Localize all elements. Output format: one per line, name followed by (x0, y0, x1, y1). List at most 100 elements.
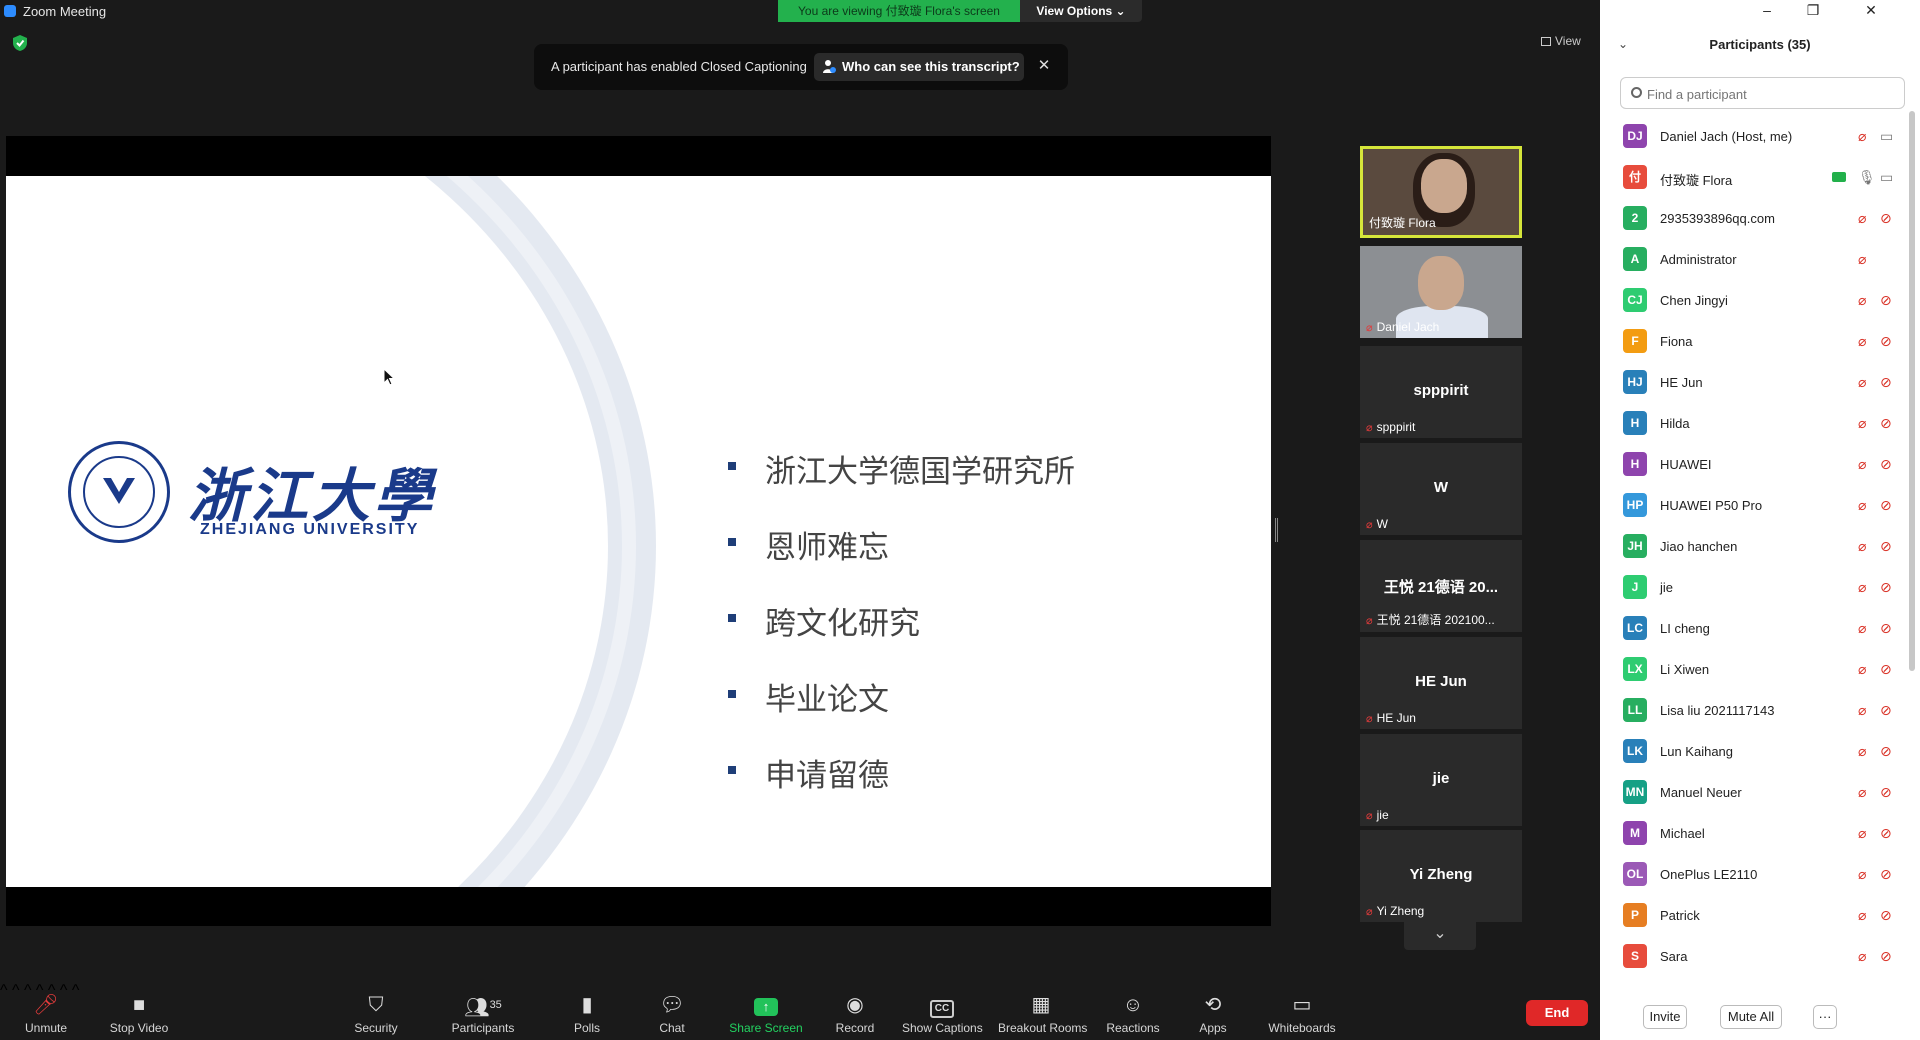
muted-microphone-icon[interactable]: ⌀ (1858, 661, 1872, 677)
participant-row[interactable]: LL Lisa liu 2021117143 ⌀ ⊘ (1600, 690, 1905, 731)
video-tile-spppirit[interactable]: spppirit ⌀ spppirit (1360, 346, 1522, 438)
participant-row[interactable]: M Michael ⌀ ⊘ (1600, 813, 1905, 854)
muted-microphone-icon[interactable]: ⌀ (1858, 907, 1872, 923)
video-tile-daniel[interactable]: ⌀ Daniel Jach (1360, 246, 1522, 338)
audio-options-caret-icon[interactable]: ^ (0, 982, 8, 999)
participant-search-box[interactable] (1620, 77, 1905, 109)
chat-button[interactable]: 💬︎ Chat (656, 982, 688, 1040)
video-tile-jie[interactable]: jie ⌀ jie (1360, 734, 1522, 826)
participant-row[interactable]: H Hilda ⌀ ⊘ (1600, 403, 1905, 444)
whiteboards-button[interactable]: ▭ Whiteboards (1266, 982, 1338, 1040)
video-off-icon[interactable]: ⊘ (1880, 908, 1898, 922)
unmute-button[interactable]: 🎤︎ Unmute (20, 982, 72, 1040)
muted-microphone-icon[interactable]: ⌀ (1858, 374, 1872, 390)
close-notice-icon[interactable]: ✕ (1036, 58, 1052, 74)
video-tile-he-jun[interactable]: HE Jun ⌀ HE Jun (1360, 637, 1522, 729)
video-off-icon[interactable]: ⊘ (1880, 744, 1898, 758)
participant-row[interactable]: JH Jiao hanchen ⌀ ⊘ (1600, 526, 1905, 567)
maximize-icon[interactable]: ❐ (1790, 0, 1836, 23)
stop-video-button[interactable]: ■ Stop Video (104, 982, 174, 1040)
video-off-icon[interactable]: ⊘ (1880, 785, 1898, 799)
invite-button[interactable]: Invite (1643, 1005, 1687, 1029)
reactions-button[interactable]: ☺ Reactions (1106, 982, 1160, 1040)
participant-row[interactable]: Jjie ⌀ ⊘ (1600, 567, 1905, 608)
video-off-icon[interactable]: ⊘ (1880, 949, 1898, 963)
more-options-button[interactable]: ··· (1813, 1005, 1837, 1029)
participant-row[interactable]: 2 2935393896qq.com ⌀ ⊘ (1600, 198, 1905, 239)
participant-row[interactable]: A Administrator ⌀ (1600, 239, 1905, 280)
share-screen-button[interactable]: ↑ Share Screen (726, 982, 806, 1040)
video-off-icon[interactable]: ⊘ (1880, 416, 1898, 430)
muted-microphone-icon[interactable]: ⌀ (1858, 538, 1872, 554)
encryption-shield-icon[interactable] (12, 34, 28, 52)
record-button[interactable]: ◉ Record (832, 982, 878, 1040)
security-button[interactable]: ⛉ Security (352, 982, 400, 1040)
participant-row[interactable]: HP HUAWEI P50 Pro ⌀ ⊘ (1600, 485, 1905, 526)
minimize-icon[interactable]: – (1744, 0, 1790, 23)
muted-microphone-icon[interactable]: ⌀ (1858, 784, 1872, 800)
muted-microphone-icon[interactable]: ⌀ (1858, 210, 1872, 226)
video-off-icon[interactable]: ⊘ (1880, 457, 1898, 471)
gallery-scroll-down-icon[interactable]: ⌄ (1404, 918, 1476, 950)
muted-microphone-icon[interactable]: ⌀ (1858, 292, 1872, 308)
video-off-icon[interactable]: ⊘ (1880, 580, 1898, 594)
close-window-icon[interactable]: ✕ (1848, 0, 1894, 23)
muted-microphone-icon[interactable]: ⌀ (1858, 620, 1872, 636)
polls-button[interactable]: ▮ Polls (570, 982, 604, 1040)
video-off-icon[interactable]: ⊘ (1880, 211, 1898, 225)
video-tile-flora[interactable]: 付致璇 Flora (1360, 146, 1522, 238)
participant-search-input[interactable] (1647, 84, 1897, 104)
participant-row[interactable]: HJ HE Jun ⌀ ⊘ (1600, 362, 1905, 403)
video-off-icon[interactable]: ⊘ (1880, 498, 1898, 512)
video-options-caret-icon[interactable]: ^ (12, 982, 20, 999)
participant-row[interactable]: LC LI cheng ⌀ ⊘ (1600, 608, 1905, 649)
video-off-icon[interactable]: ⊘ (1880, 662, 1898, 676)
breakout-rooms-button[interactable]: ▦ Breakout Rooms (998, 982, 1087, 1040)
participant-row[interactable]: H HUAWEI ⌀ ⊘ (1600, 444, 1905, 485)
participant-row[interactable]: CJ Chen Jingyi ⌀ ⊘ (1600, 280, 1905, 321)
muted-microphone-icon[interactable]: ⌀ (1858, 456, 1872, 472)
panel-splitter-handle[interactable] (1275, 518, 1278, 542)
participant-row[interactable]: P Patrick ⌀ ⊘ (1600, 895, 1905, 936)
show-captions-button[interactable]: CC Show Captions (902, 982, 983, 1040)
muted-microphone-icon[interactable]: ⌀ (1858, 579, 1872, 595)
video-tile-wang-yue[interactable]: 王悦 21德语 20... ⌀ 王悦 21德语 202100... (1360, 540, 1522, 632)
muted-microphone-icon[interactable]: ⌀ (1858, 866, 1872, 882)
microphone-icon[interactable]: 🎙︎ (1858, 169, 1876, 185)
video-off-icon[interactable]: ⊘ (1880, 826, 1898, 840)
video-camera-icon[interactable]: ▭ (1880, 170, 1898, 184)
muted-microphone-icon[interactable]: ⌀ (1858, 497, 1872, 513)
participant-row[interactable]: OL OnePlus LE2110 ⌀ ⊘ (1600, 854, 1905, 895)
video-off-icon[interactable]: ⊘ (1880, 293, 1898, 307)
video-camera-icon[interactable]: ▭ (1880, 129, 1898, 143)
mute-all-button[interactable]: Mute All (1720, 1005, 1782, 1029)
video-off-icon[interactable]: ⊘ (1880, 539, 1898, 553)
view-options-button[interactable]: View Options ⌄ (1020, 0, 1142, 22)
participant-row[interactable]: LX Li Xiwen ⌀ ⊘ (1600, 649, 1905, 690)
video-off-icon[interactable]: ⊘ (1880, 867, 1898, 881)
participant-row[interactable]: LK Lun Kaihang ⌀ ⊘ (1600, 731, 1905, 772)
reactions-options-caret-icon[interactable]: ^ (72, 982, 80, 999)
participant-row[interactable]: F Fiona ⌀ ⊘ (1600, 321, 1905, 362)
muted-microphone-icon[interactable]: ⌀ (1858, 128, 1872, 144)
muted-microphone-icon[interactable]: ⌀ (1858, 415, 1872, 431)
muted-microphone-icon[interactable]: ⌀ (1858, 702, 1872, 718)
participant-row[interactable]: DJ Daniel Jach (Host, me) ⌀ ▭ (1600, 116, 1905, 157)
muted-microphone-icon[interactable]: ⌀ (1858, 743, 1872, 759)
video-off-icon[interactable]: ⊘ (1880, 703, 1898, 717)
who-can-see-transcript-button[interactable]: Who can see this transcript? (814, 53, 1024, 81)
end-meeting-button[interactable]: End (1526, 1000, 1588, 1026)
video-off-icon[interactable]: ⊘ (1880, 334, 1898, 348)
muted-microphone-icon[interactable]: ⌀ (1858, 251, 1872, 267)
muted-microphone-icon[interactable]: ⌀ (1858, 825, 1872, 841)
apps-button[interactable]: ⟲ Apps (1198, 982, 1228, 1040)
video-tile-yi-zheng[interactable]: Yi Zheng ⌀ Yi Zheng (1360, 830, 1522, 922)
participant-row[interactable]: 付付致璇 Flora 🎙︎ ▭ (1600, 157, 1905, 198)
video-off-icon[interactable]: ⊘ (1880, 621, 1898, 635)
muted-microphone-icon[interactable]: ⌀ (1858, 948, 1872, 964)
participant-list-scrollbar[interactable] (1909, 111, 1915, 671)
participant-row[interactable]: S Sara ⌀ ⊘ (1600, 936, 1905, 977)
muted-microphone-icon[interactable]: ⌀ (1858, 333, 1872, 349)
participant-row[interactable]: MN Manuel Neuer ⌀ ⊘ (1600, 772, 1905, 813)
participants-button[interactable]: 👥︎35 Participants (448, 982, 518, 1040)
